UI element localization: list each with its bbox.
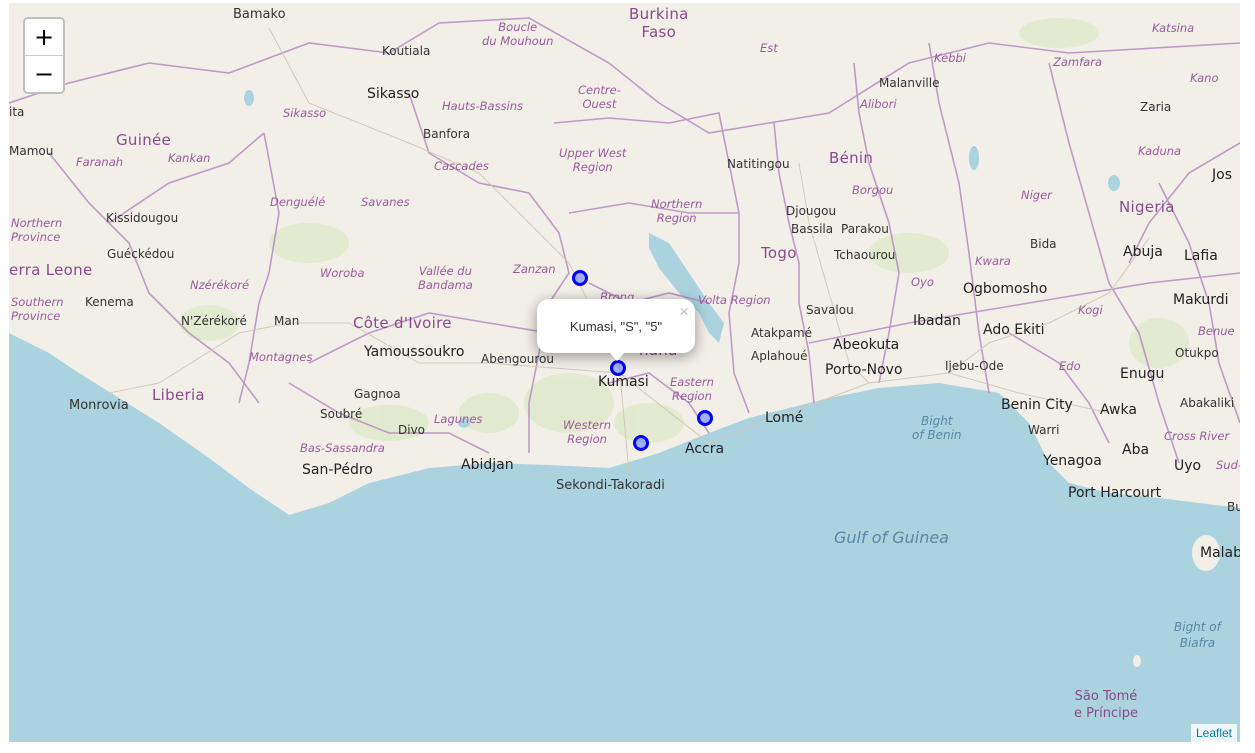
marker-north[interactable] xyxy=(572,270,588,286)
map-container[interactable]: Bamako Koutiala Sikasso Banfora Kissidou… xyxy=(9,3,1240,742)
marker-accra[interactable] xyxy=(697,410,713,426)
zoom-control: + − xyxy=(23,17,65,94)
marker-south[interactable] xyxy=(633,435,649,451)
zoom-out-button[interactable]: − xyxy=(25,55,63,92)
attribution: Leaflet xyxy=(1190,724,1237,742)
leaflet-link[interactable]: Leaflet xyxy=(1196,726,1232,740)
popup-content: Kumasi, "S", "5" xyxy=(569,319,663,334)
marker-kumasi[interactable] xyxy=(610,360,626,376)
zoom-in-button[interactable]: + xyxy=(25,19,63,55)
popup-tip xyxy=(608,351,626,361)
popup-close-button[interactable]: × xyxy=(679,302,689,322)
marker-popup: Kumasi, "S", "5" × xyxy=(537,299,695,361)
